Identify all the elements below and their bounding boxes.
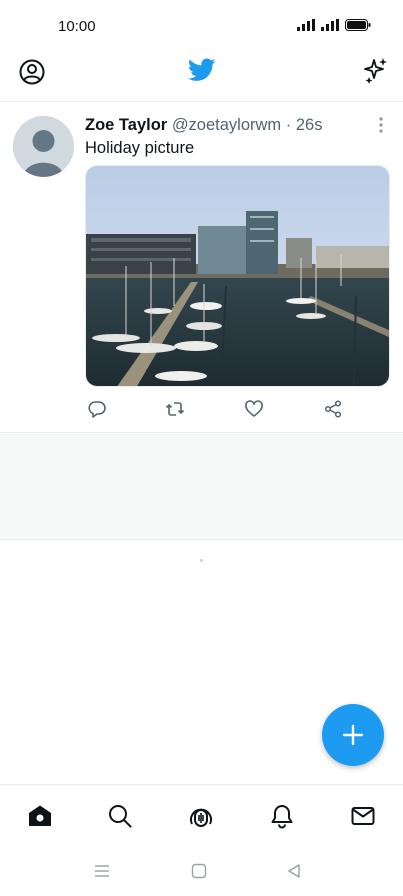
messages-icon[interactable]: [350, 803, 376, 829]
compose-tweet-button[interactable]: [322, 704, 384, 766]
signal-icon: [297, 19, 315, 31]
more-options-icon[interactable]: [379, 117, 383, 133]
spaces-icon[interactable]: [188, 803, 214, 829]
tweet-separator: ·: [285, 116, 292, 134]
battery-icon: [345, 19, 371, 31]
tweet-author-name[interactable]: Zoe Taylor: [85, 116, 167, 134]
bottom-navigation: [0, 784, 403, 848]
tweet-actions: [85, 399, 390, 421]
home-icon[interactable]: [27, 803, 53, 829]
tweet-author-handle: @zoetaylorwm: [171, 116, 282, 134]
tweet-text: Holiday picture: [85, 139, 195, 157]
share-icon[interactable]: [323, 399, 343, 419]
home-square-icon[interactable]: [190, 862, 208, 880]
sparkle-icon[interactable]: [361, 56, 389, 84]
status-time: 10:00: [58, 18, 96, 35]
tweet-header: Zoe Taylor @zoetaylorwm · 26s: [85, 116, 322, 135]
search-icon[interactable]: [107, 803, 133, 829]
back-icon[interactable]: [285, 862, 303, 880]
loading-indicator: [200, 559, 203, 562]
avatar[interactable]: [13, 116, 74, 177]
plus-icon: [342, 724, 364, 746]
profile-icon[interactable]: [18, 58, 46, 86]
status-bar: 10:00: [0, 0, 403, 52]
app-bar: [0, 52, 403, 102]
status-icons: [297, 19, 371, 31]
system-navigation: [0, 848, 403, 896]
reply-icon[interactable]: [87, 399, 107, 419]
retweet-icon[interactable]: [165, 399, 185, 419]
signal-icon-2: [321, 19, 339, 31]
like-icon[interactable]: [244, 399, 264, 419]
notifications-icon[interactable]: [269, 803, 295, 829]
tweet-media-image[interactable]: [85, 165, 390, 387]
harbour-photo: [86, 166, 389, 386]
timeline-separator-band: [0, 434, 403, 540]
menu-icon[interactable]: [93, 862, 111, 880]
tweet[interactable]: Zoe Taylor @zoetaylorwm · 26s Holiday pi…: [0, 103, 403, 433]
default-avatar-icon: [13, 116, 74, 177]
twitter-bird-icon: [188, 58, 216, 81]
tweet-timestamp: 26s: [295, 116, 323, 134]
